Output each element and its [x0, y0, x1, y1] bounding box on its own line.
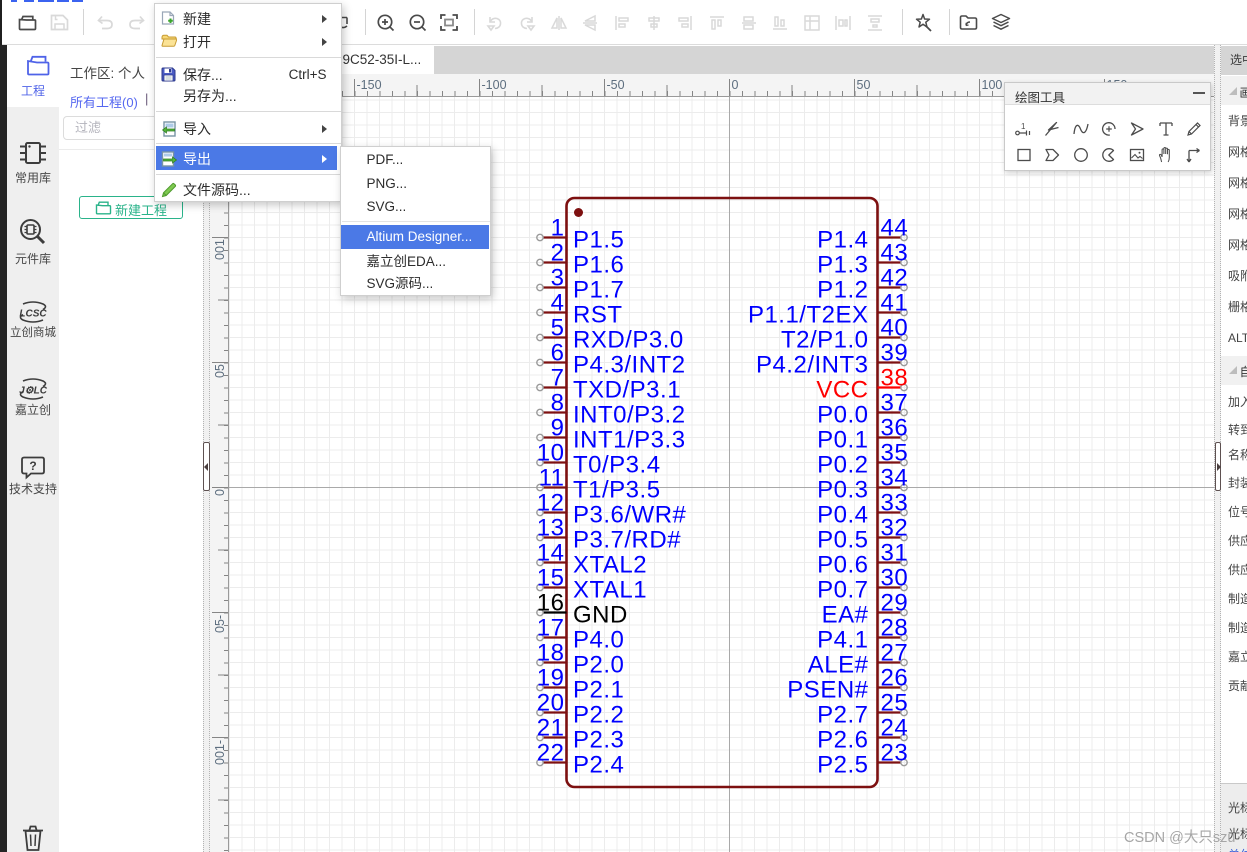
- svg-text:P3.7/RD#: P3.7/RD#: [573, 527, 681, 554]
- svg-text:P4.1: P4.1: [817, 627, 868, 654]
- svg-text:29: 29: [881, 590, 909, 617]
- svg-text:P0.6: P0.6: [817, 552, 868, 579]
- svg-text:XTAL1: XTAL1: [573, 577, 647, 604]
- svg-text:P3.6/WR#: P3.6/WR#: [573, 502, 687, 529]
- svg-text:INT1/P3.3: INT1/P3.3: [573, 427, 686, 454]
- svg-text:P0.7: P0.7: [817, 577, 868, 604]
- svg-text:P2.4: P2.4: [573, 752, 624, 779]
- svg-text:8: 8: [551, 390, 565, 417]
- svg-text:11: 11: [539, 465, 565, 492]
- svg-text:P4.2/INT3: P4.2/INT3: [756, 352, 869, 379]
- svg-text:15: 15: [537, 565, 565, 592]
- svg-text:14: 14: [537, 540, 565, 567]
- svg-text:10: 10: [537, 440, 565, 467]
- svg-text:41: 41: [881, 290, 909, 317]
- svg-text:T0/P3.4: T0/P3.4: [573, 452, 661, 479]
- svg-text:2: 2: [551, 240, 565, 267]
- svg-text:P1.3: P1.3: [817, 252, 868, 279]
- svg-text:23: 23: [881, 740, 909, 767]
- svg-text:18: 18: [537, 640, 565, 667]
- svg-text:?: ?: [29, 459, 36, 473]
- svg-text:P1.7: P1.7: [573, 277, 624, 304]
- svg-text:30: 30: [881, 565, 909, 592]
- svg-text:25: 25: [881, 690, 909, 717]
- svg-text:P0.0: P0.0: [817, 402, 868, 429]
- svg-text:P2.7: P2.7: [817, 702, 868, 729]
- svg-text:40: 40: [881, 315, 909, 342]
- svg-text:PSEN#: PSEN#: [787, 677, 868, 704]
- svg-text:RXD/P3.0: RXD/P3.0: [573, 327, 684, 354]
- svg-text:J⚙LC: J⚙LC: [19, 386, 48, 397]
- svg-text:38: 38: [881, 365, 909, 392]
- svg-text:T1/P3.5: T1/P3.5: [573, 477, 661, 504]
- svg-text:TXD/P3.1: TXD/P3.1: [573, 377, 681, 404]
- svg-text:LCSC: LCSC: [19, 309, 47, 320]
- svg-text:7: 7: [551, 365, 565, 392]
- svg-text:33: 33: [881, 490, 909, 517]
- svg-text:19: 19: [537, 665, 565, 692]
- svg-text:32: 32: [881, 515, 909, 542]
- svg-text:P4.0: P4.0: [573, 627, 624, 654]
- svg-text:T2/P1.0: T2/P1.0: [781, 327, 869, 354]
- svg-text:ALE#: ALE#: [808, 652, 869, 679]
- svg-text:P2.1: P2.1: [573, 677, 624, 704]
- svg-text:26: 26: [881, 665, 909, 692]
- svg-text:24: 24: [881, 715, 909, 742]
- svg-text:39: 39: [881, 340, 909, 367]
- svg-text:34: 34: [881, 465, 909, 492]
- svg-text:12: 12: [537, 490, 565, 517]
- svg-text:XTAL2: XTAL2: [573, 552, 647, 579]
- svg-text:13: 13: [537, 515, 565, 542]
- svg-text:P0.5: P0.5: [817, 527, 868, 554]
- svg-text:P1.2: P1.2: [817, 277, 868, 304]
- svg-text:16: 16: [537, 590, 565, 617]
- svg-text:4: 4: [551, 290, 565, 317]
- svg-text:P2.6: P2.6: [817, 727, 868, 754]
- svg-text:P2.2: P2.2: [573, 702, 624, 729]
- svg-text:27: 27: [881, 640, 909, 667]
- svg-text:P1.6: P1.6: [573, 252, 624, 279]
- svg-text:EA#: EA#: [822, 602, 869, 629]
- svg-text:36: 36: [881, 415, 909, 442]
- svg-text:1: 1: [1021, 122, 1026, 131]
- svg-text:22: 22: [537, 740, 565, 767]
- svg-text:21: 21: [537, 715, 565, 742]
- svg-text:P0.3: P0.3: [817, 477, 868, 504]
- svg-text:9: 9: [551, 415, 565, 442]
- svg-text:P1.1/T2EX: P1.1/T2EX: [748, 302, 869, 329]
- svg-text:6: 6: [551, 340, 565, 367]
- svg-text:P2.0: P2.0: [573, 652, 624, 679]
- svg-text:P1.5: P1.5: [573, 227, 624, 254]
- svg-text:44: 44: [881, 215, 909, 242]
- svg-text:P0.4: P0.4: [817, 502, 868, 529]
- svg-text:17: 17: [537, 615, 565, 642]
- svg-text:P0.1: P0.1: [817, 427, 868, 454]
- svg-text:P1.4: P1.4: [817, 227, 868, 254]
- svg-text:P2.3: P2.3: [573, 727, 624, 754]
- svg-text:35: 35: [881, 440, 909, 467]
- svg-text:31: 31: [881, 540, 909, 567]
- svg-text:42: 42: [881, 265, 909, 292]
- svg-text:INT0/P3.2: INT0/P3.2: [573, 402, 686, 429]
- svg-text:P4.3/INT2: P4.3/INT2: [573, 352, 686, 379]
- svg-text:P2.5: P2.5: [817, 752, 868, 779]
- svg-text:28: 28: [881, 615, 909, 642]
- svg-text:RST: RST: [573, 302, 623, 329]
- svg-text:5: 5: [551, 315, 565, 342]
- svg-text:1: 1: [551, 215, 565, 242]
- svg-text:P0.2: P0.2: [817, 452, 868, 479]
- svg-text:37: 37: [881, 390, 909, 417]
- svg-text:43: 43: [881, 240, 909, 267]
- svg-text:VCC: VCC: [816, 377, 868, 404]
- svg-text:3: 3: [551, 265, 565, 292]
- svg-text:GND: GND: [573, 602, 628, 629]
- svg-text:20: 20: [537, 690, 565, 717]
